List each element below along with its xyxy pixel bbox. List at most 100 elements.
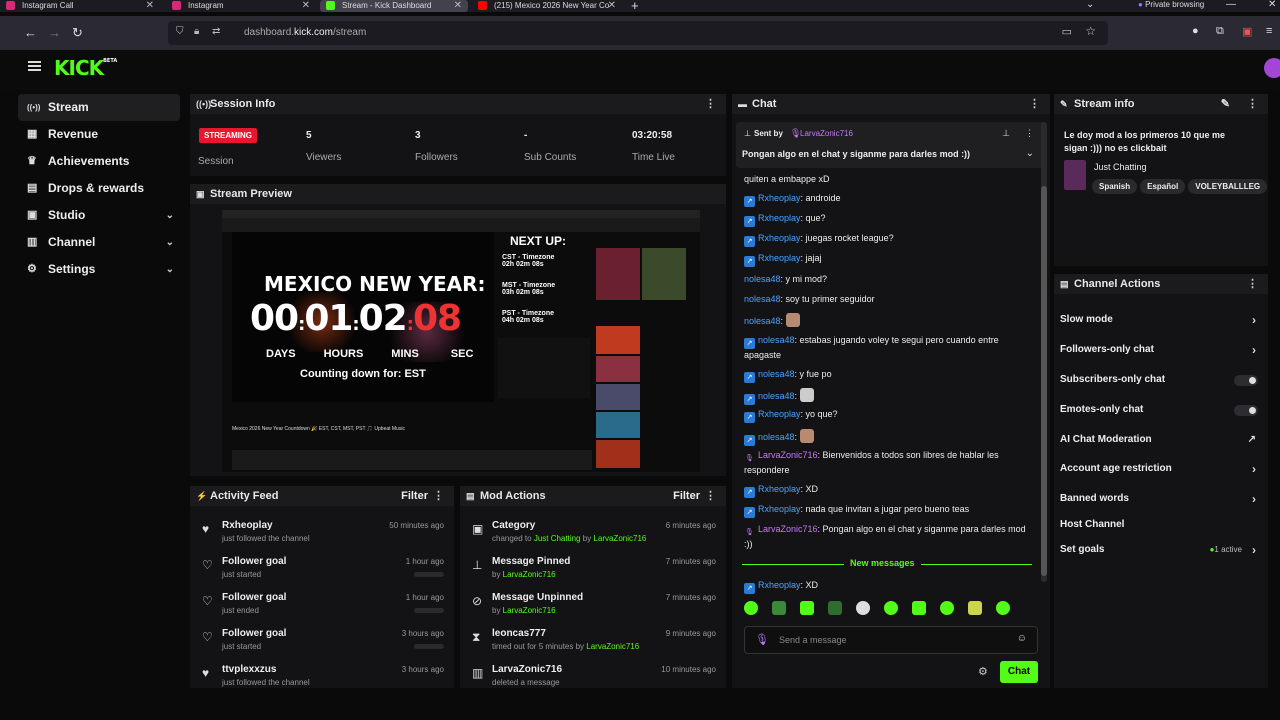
lock-icon[interactable]: 🔒︎ <box>194 26 199 37</box>
filter-button[interactable]: Filter <box>673 486 700 506</box>
actions-icon: ▤ <box>1060 279 1069 289</box>
browser-tab-active[interactable]: Stream - Kick Dashboard ✕ <box>320 0 468 12</box>
close-window-button[interactable]: ✕ <box>1268 0 1276 10</box>
user-badge-icon: ↗ <box>744 507 755 518</box>
browser-tab[interactable]: Instagram Call ✕ <box>0 0 160 12</box>
thumbnail <box>642 248 686 300</box>
action-host-channel[interactable]: Host Channel <box>1060 514 1258 536</box>
sidebar-item-channel[interactable]: ▥ Channel ⌄ <box>18 229 180 256</box>
preview-countdown-video: MEXICO NEW YEAR: 00:01:02:08 DAYS HOURS MI… <box>232 232 494 402</box>
permissions-icon[interactable]: ⇄ <box>212 26 220 37</box>
emote-icon[interactable] <box>828 601 842 615</box>
viewers-value: 5 <box>306 130 312 141</box>
gear-icon: ⚙ <box>27 263 37 275</box>
forward-icon[interactable]: → <box>48 25 61 40</box>
browser-tab[interactable]: (215) Mexico 2026 New Year Co ✕ <box>472 0 622 12</box>
action-emotes-only[interactable]: Emotes-only chat <box>1060 399 1258 421</box>
sidebar-item-stream[interactable]: ((•)) Stream <box>18 94 180 121</box>
action-slow-mode[interactable]: Slow mode › <box>1060 309 1258 331</box>
sidebar-item-settings[interactable]: ⚙ Settings ⌄ <box>18 256 180 283</box>
more-options-icon[interactable]: ⋮ <box>705 94 716 114</box>
heart-icon: ♡ <box>202 594 213 608</box>
more-options-icon[interactable]: ⋮ <box>705 486 716 506</box>
menu-icon[interactable]: ≡ <box>1266 25 1272 37</box>
chat-scrollbar[interactable] <box>1041 122 1047 582</box>
chevron-right-icon: › <box>1252 313 1256 327</box>
more-options-icon[interactable]: ⋮ <box>1029 94 1040 114</box>
addon-icon[interactable]: ▣ <box>1242 25 1252 38</box>
countdown-subtitle: Counting down for: EST <box>300 368 426 380</box>
action-set-goals[interactable]: Set goals ●1 active › <box>1060 539 1258 561</box>
emote-icon[interactable] <box>772 601 786 615</box>
emote-icon[interactable] <box>856 601 870 615</box>
emote-icon[interactable] <box>884 601 898 615</box>
sidebar-item-achievements[interactable]: ♛ Achievements <box>18 148 180 175</box>
shield-icon[interactable]: ⛉ <box>176 26 184 37</box>
filter-button[interactable]: Filter <box>401 486 428 506</box>
kick-logo[interactable]: KICKBETA <box>54 56 117 80</box>
extension-icon[interactable]: ● <box>1192 25 1199 37</box>
emote-icon <box>799 388 814 402</box>
toggle-switch[interactable] <box>1234 375 1258 386</box>
tab-list-icon[interactable]: ⌄ <box>1086 0 1094 10</box>
trophy-icon: ♛ <box>27 155 37 167</box>
user-badge-icon: ↗ <box>744 216 755 227</box>
close-icon[interactable]: ✕ <box>608 0 616 11</box>
channel-icon: ▥ <box>27 236 38 248</box>
extensions-icon[interactable]: ⧉ <box>1216 25 1224 38</box>
bookmark-star-icon[interactable]: ☆ <box>1085 24 1096 38</box>
sidebar-item-drops[interactable]: ▤ Drops & rewards <box>18 175 180 202</box>
more-options-icon[interactable]: ⋮ <box>1247 94 1258 114</box>
reload-icon[interactable]: ↻ <box>72 25 83 41</box>
close-icon[interactable]: ✕ <box>146 0 154 11</box>
send-chat-button[interactable]: Chat <box>1000 661 1038 683</box>
more-options-icon[interactable]: ⋮ <box>433 486 444 506</box>
more-options-icon[interactable]: ⋮ <box>1247 274 1258 294</box>
emote-icon[interactable] <box>940 601 954 615</box>
action-banned-words[interactable]: Banned words › <box>1060 488 1258 510</box>
pinned-message[interactable]: ⊥ Sent by 🎙︎ LarvaZonic716 ⊥ ⋮ Pongan al… <box>736 122 1044 168</box>
close-icon[interactable]: ✕ <box>454 0 462 11</box>
emote-icon[interactable] <box>800 601 814 615</box>
emoji-icon[interactable]: ☺ <box>1017 633 1027 644</box>
list-item: ♡ Follower goal just started 1 hour ago <box>202 556 444 579</box>
avatar[interactable] <box>1264 58 1280 78</box>
chevron-down-icon[interactable]: ⌄ <box>1026 148 1034 159</box>
toggle-switch[interactable] <box>1234 405 1258 416</box>
sidebar-item-studio[interactable]: ▣ Studio ⌄ <box>18 202 180 229</box>
emote-icon <box>785 313 800 327</box>
new-tab-button[interactable]: + <box>631 0 639 13</box>
chevron-down-icon: ⌄ <box>165 210 174 221</box>
emote-icon[interactable] <box>912 601 926 615</box>
chat-input[interactable]: 🎙︎ Send a message ☺ <box>744 626 1038 654</box>
minimize-button[interactable]: — <box>1226 0 1236 10</box>
lightning-icon: ⚡ <box>196 491 208 501</box>
unpin-icon[interactable]: ⊥ <box>1002 128 1010 139</box>
action-account-age[interactable]: Account age restriction › <box>1060 458 1258 480</box>
sidebar-item-revenue[interactable]: ▦ Revenue <box>18 121 180 148</box>
reader-view-icon[interactable]: ▭ <box>1062 25 1072 38</box>
list-item: ♥ ttvplexxzus just followed the channel 3 h… <box>202 664 444 687</box>
edit-icon[interactable]: ✎ <box>1221 94 1230 114</box>
emote-icon[interactable] <box>744 601 758 615</box>
sidebar-item-label: Drops & rewards <box>48 181 145 195</box>
pin-icon: ⊥ <box>472 558 483 572</box>
studio-icon: ▣ <box>27 209 38 221</box>
browser-tab[interactable]: Instagram ✕ <box>166 0 316 12</box>
action-ai-moderation[interactable]: AI Chat Moderation ↗ <box>1060 429 1258 451</box>
emote-icon[interactable] <box>996 601 1010 615</box>
close-icon[interactable]: ✕ <box>302 0 310 11</box>
chevron-right-icon: › <box>1252 343 1256 357</box>
action-subscribers-only[interactable]: Subscribers-only chat <box>1060 369 1258 391</box>
more-options-icon[interactable]: ⋮ <box>1025 128 1034 139</box>
action-followers-only[interactable]: Followers-only chat › <box>1060 339 1258 361</box>
chat-message: 🎙︎ LarvaZonic716: Pongan algo en el chat … <box>744 524 1026 549</box>
emote-icon[interactable] <box>968 601 982 615</box>
list-item: ♥ Rxheoplay just followed the channel 50 mi… <box>202 520 444 543</box>
chat-settings-gear-icon[interactable]: ⚙ <box>978 665 988 678</box>
address-bar[interactable]: ⛉ 🔒︎ ⇄ dashboard.kick.com/stream ▭ ☆ <box>168 21 1108 45</box>
mask-icon: ● <box>1138 0 1143 9</box>
back-icon[interactable]: ← <box>24 25 37 40</box>
stream-preview-video[interactable]: MEXICO NEW YEAR: 00:01:02:08 DAYS HOURS MI… <box>222 210 700 472</box>
hamburger-menu-icon[interactable] <box>28 61 41 71</box>
